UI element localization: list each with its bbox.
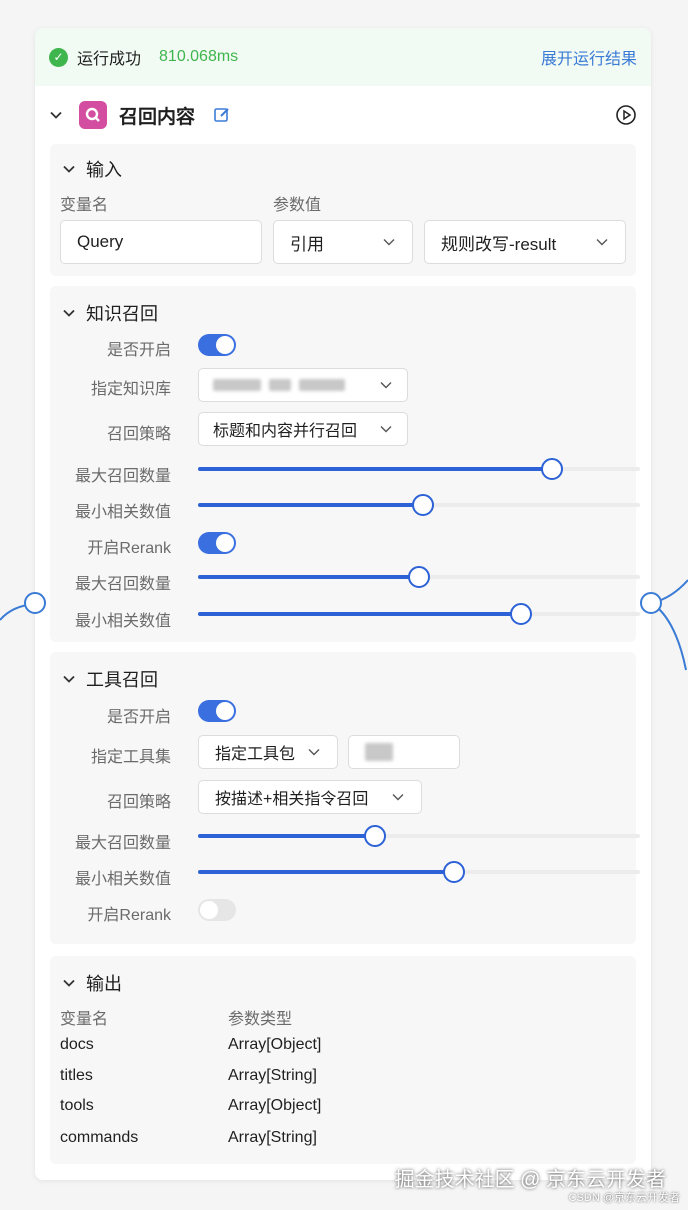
node-header: 召回内容 (35, 86, 651, 144)
section-title: 工具召回 (86, 670, 158, 690)
slider-handle[interactable] (540, 458, 563, 480)
rerank-toggle[interactable] (198, 532, 236, 554)
var-name-input[interactable]: Query (60, 220, 262, 264)
output-connector[interactable] (640, 592, 662, 614)
input-section: 输入 变量名 参数值 Query 引用 规则改写-result (50, 144, 636, 276)
chevron-down-icon (383, 239, 395, 246)
chevron-down-icon (63, 675, 75, 683)
output-var-type: Array[String] (228, 1129, 317, 1146)
strategy-value: 标题和内容并行召回 (213, 423, 358, 440)
min-relevance-slider[interactable] (198, 494, 640, 516)
watermark: 掘金技术社区 @ 京东云开发者 (394, 1169, 666, 1191)
max-recall-label: 最大召回数量 (74, 835, 171, 852)
tool-package-select[interactable] (348, 735, 460, 769)
min-relevance-label: 最小相关数值 (74, 504, 171, 521)
node-title: 召回内容 (119, 106, 196, 128)
section-title: 输出 (86, 974, 122, 994)
strategy-label: 召回策略 (106, 426, 171, 443)
input-connector[interactable] (24, 592, 46, 614)
toolset-select[interactable]: 指定工具包 (198, 735, 338, 769)
edit-icon[interactable] (213, 106, 231, 124)
output-var-type: Array[Object] (228, 1036, 322, 1053)
toolset-value: 指定工具包 (215, 746, 296, 763)
knowledge-base-label: 指定知识库 (90, 381, 171, 398)
chevron-down-icon (392, 794, 404, 801)
slider-handle[interactable] (408, 566, 430, 588)
output-var-name: titles (60, 1067, 93, 1084)
var-name-value: Query (77, 232, 124, 251)
enable-label: 是否开启 (106, 709, 171, 726)
chevron-down-icon (63, 309, 75, 317)
output-var-type: Array[Object] (228, 1097, 322, 1114)
output-var-name: tools (60, 1097, 94, 1114)
expand-results-link[interactable]: 展开运行结果 (541, 45, 637, 69)
section-title: 输入 (86, 160, 122, 180)
knowledge-base-select[interactable] (198, 368, 408, 402)
strategy-value: 按描述+相关指令召回 (215, 791, 369, 808)
chevron-down-icon (308, 749, 320, 756)
strategy-label: 召回策略 (106, 794, 171, 811)
output-var-header: 变量名 (60, 1011, 109, 1028)
chevron-down-icon (380, 382, 392, 389)
rerank-label: 开启Rerank (87, 540, 171, 557)
rerank-max-recall-label: 最大召回数量 (74, 576, 171, 593)
toolset-label: 指定工具集 (90, 749, 171, 766)
rerank-min-relevance-label: 最小相关数值 (74, 613, 171, 630)
param-type-value: 引用 (290, 234, 324, 254)
run-status-text: 运行成功 (77, 51, 142, 68)
node-card: ✓ 运行成功 810.068ms 展开运行结果 召回内容 输入 变量名 参数值 … (35, 28, 651, 1180)
run-node-icon[interactable] (615, 104, 637, 126)
slider-handle[interactable] (412, 494, 435, 516)
tool-strategy-select[interactable]: 按描述+相关指令召回 (198, 780, 422, 814)
output-var-name: commands (60, 1129, 139, 1146)
recall-strategy-select[interactable]: 标题和内容并行召回 (198, 412, 408, 446)
collapse-chevron-icon[interactable] (49, 108, 63, 122)
output-section: 输出 变量名 参数类型 docs Array[Object] titles Ar… (50, 956, 636, 1164)
rerank-label: 开启Rerank (87, 907, 171, 924)
csdn-watermark: CSDN @京东云开发者 (568, 1192, 680, 1204)
output-edge (651, 579, 688, 671)
output-type-header: 参数类型 (228, 1011, 293, 1028)
tool-min-relevance-slider[interactable] (198, 861, 640, 883)
max-recall-slider[interactable] (198, 458, 640, 480)
enable-label: 是否开启 (106, 342, 171, 359)
output-var-name: docs (60, 1036, 94, 1053)
section-title: 知识召回 (86, 304, 158, 324)
input-section-header[interactable]: 输入 (62, 156, 122, 182)
knowledge-section-header[interactable]: 知识召回 (62, 300, 158, 326)
output-section-header[interactable]: 输出 (62, 970, 122, 996)
slider-handle[interactable] (443, 861, 466, 883)
rerank-max-recall-slider[interactable] (198, 566, 640, 588)
output-var-type: Array[String] (228, 1067, 317, 1084)
knowledge-enable-toggle[interactable] (198, 334, 236, 356)
chevron-down-icon (596, 239, 608, 246)
slider-handle[interactable] (363, 825, 386, 847)
run-duration: 810.068ms (159, 48, 239, 65)
param-value-header: 参数值 (273, 197, 322, 214)
success-check-icon: ✓ (49, 47, 68, 67)
slider-handle[interactable] (509, 603, 532, 625)
tools-section-header[interactable]: 工具召回 (62, 666, 158, 692)
chevron-down-icon (63, 979, 75, 987)
chevron-down-icon (380, 426, 392, 433)
chevron-down-icon (63, 165, 75, 173)
search-icon (79, 101, 107, 129)
reference-value: 规则改写-result (441, 234, 557, 254)
tool-recall-section: 工具召回 是否开启 指定工具集 指定工具包 召回策略 按描述+相关指令召回 最大… (50, 652, 640, 944)
run-status-bar: ✓ 运行成功 810.068ms 展开运行结果 (35, 28, 651, 86)
param-type-select[interactable]: 引用 (273, 220, 413, 264)
tool-max-recall-slider[interactable] (198, 825, 640, 847)
reference-select[interactable]: 规则改写-result (424, 220, 626, 264)
min-relevance-label: 最小相关数值 (74, 871, 171, 888)
max-recall-label: 最大召回数量 (74, 468, 171, 485)
var-name-header: 变量名 (60, 197, 109, 214)
rerank-min-relevance-slider[interactable] (198, 603, 640, 625)
knowledge-recall-section: 知识召回 是否开启 指定知识库 召回策略 标题和内容并行召回 最大召回数量 最小… (50, 286, 640, 642)
tool-rerank-toggle[interactable] (198, 899, 236, 921)
tools-enable-toggle[interactable] (198, 700, 236, 722)
